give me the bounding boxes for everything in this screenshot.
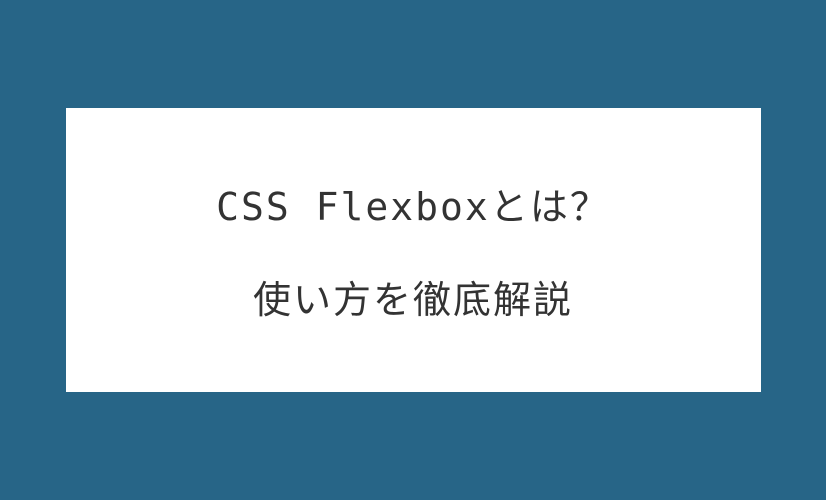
title-line-1: CSS Flexboxとは？ [216,176,610,231]
title-line-2: 使い方を徹底解説 [253,269,573,324]
title-card: CSS Flexboxとは？ 使い方を徹底解説 [66,108,761,392]
